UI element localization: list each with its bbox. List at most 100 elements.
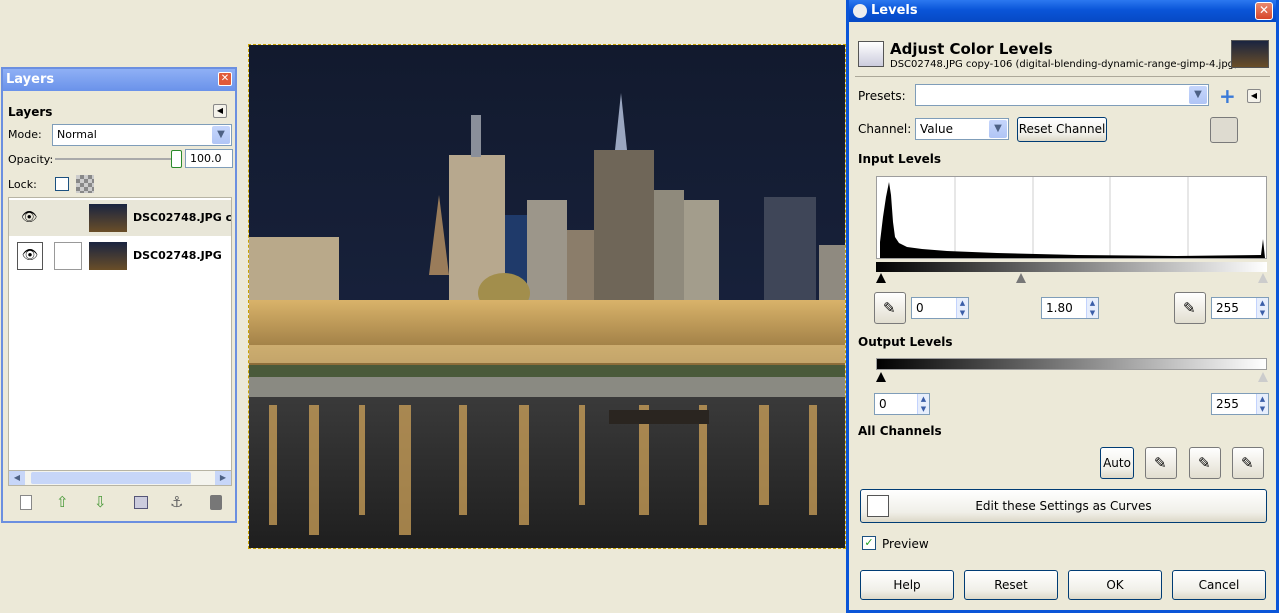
chevron-down-icon: ▼ <box>989 120 1007 138</box>
opacity-label: Opacity: <box>8 153 54 166</box>
layer-row[interactable]: 👁 DSC02748.JPG <box>9 238 231 274</box>
layer-name: DSC02748.JPG <box>133 249 222 262</box>
layers-title: Layers <box>6 72 55 87</box>
close-icon[interactable]: ✕ <box>218 72 232 86</box>
lock-label: Lock: <box>8 178 37 191</box>
spin-arrows-icon[interactable]: ▲ ▼ <box>1086 298 1098 318</box>
presets-label: Presets: <box>858 89 906 103</box>
spin-arrows-icon[interactable]: ▲ ▼ <box>1256 298 1268 318</box>
opacity-slider-handle[interactable] <box>171 150 182 168</box>
eyedropper-icon: ✎ <box>1198 454 1211 472</box>
layer-name: DSC02748.JPG copy <box>133 211 232 224</box>
reset-button[interactable]: Reset <box>964 570 1058 600</box>
output-high-handle[interactable] <box>1258 372 1268 382</box>
auto-button[interactable]: Auto <box>1100 447 1134 479</box>
log-histogram-icon[interactable] <box>1242 120 1262 140</box>
layers-window: Layers ✕ Layers ◀ Mode: Normal ▼ Opacity… <box>1 67 237 523</box>
lock-pixels-checkbox[interactable] <box>55 177 69 191</box>
reset-label: Reset <box>994 578 1028 592</box>
levels-tool-icon <box>858 41 884 67</box>
input-high-handle[interactable] <box>1258 273 1268 283</box>
input-low-spin[interactable]: 0 ▲ ▼ <box>911 297 969 319</box>
dialog-subheading: DSC02748.JPG copy-106 (digital-blending-… <box>890 59 1238 70</box>
output-gradient <box>876 358 1267 370</box>
mode-select[interactable]: Normal ▼ <box>52 124 232 146</box>
layer-thumbnail <box>89 204 127 232</box>
scroll-left-icon[interactable]: ◀ <box>9 471 25 485</box>
spin-arrows-icon[interactable]: ▲ ▼ <box>1256 394 1268 414</box>
levels-title: Levels <box>871 3 918 18</box>
preview-label: Preview <box>882 537 929 551</box>
pick-gray-button[interactable]: ✎ <box>1189 447 1221 479</box>
curves-icon <box>867 495 889 517</box>
image-canvas[interactable] <box>248 44 846 549</box>
input-high-value: 255 <box>1216 301 1239 315</box>
input-low-handle[interactable] <box>876 273 886 283</box>
output-levels-label: Output Levels <box>858 335 953 349</box>
cancel-button[interactable]: Cancel <box>1172 570 1266 600</box>
duplicate-layer-icon[interactable] <box>134 496 148 509</box>
chevron-down-icon: ▼ <box>212 126 230 144</box>
lock-alpha-icon[interactable] <box>76 175 94 193</box>
lower-layer-icon[interactable]: ⇩ <box>94 493 107 511</box>
panel-menu-icon[interactable]: ◀ <box>213 104 227 118</box>
levels-dialog: Levels ✕ Adjust Color Levels DSC02748.JP… <box>846 0 1279 613</box>
layers-titlebar[interactable]: Layers ✕ <box>3 69 235 91</box>
linear-histogram-icon[interactable] <box>1210 117 1238 143</box>
eye-icon[interactable]: 👁 <box>21 210 38 225</box>
layers-scrollbar[interactable]: ◀ ▶ <box>8 470 232 486</box>
delete-layer-icon[interactable] <box>210 495 222 510</box>
eye-icon[interactable]: 👁 <box>17 242 43 270</box>
gimp-icon <box>853 4 867 18</box>
white-point-picker[interactable]: ✎ <box>1174 292 1206 324</box>
help-button[interactable]: Help <box>860 570 954 600</box>
layer-row[interactable]: 👁 DSC02748.JPG copy <box>9 200 232 236</box>
opacity-slider[interactable] <box>55 158 179 160</box>
close-icon[interactable]: ✕ <box>1255 2 1273 20</box>
spin-arrows-icon[interactable]: ▲ ▼ <box>917 394 929 414</box>
scroll-right-icon[interactable]: ▶ <box>215 471 231 485</box>
cancel-label: Cancel <box>1198 578 1240 592</box>
preset-menu-icon[interactable]: ◀ <box>1247 89 1261 103</box>
layers-header: Layers <box>8 105 53 119</box>
levels-titlebar[interactable]: Levels ✕ <box>849 0 1276 22</box>
channel-value: Value <box>920 122 953 136</box>
presets-select[interactable]: ▼ <box>915 84 1209 106</box>
raise-layer-icon[interactable]: ⇧ <box>56 493 69 511</box>
help-label: Help <box>893 578 921 592</box>
input-gamma-handle[interactable] <box>1016 273 1026 283</box>
spin-arrows-icon[interactable]: ▲ ▼ <box>956 298 968 318</box>
city-night-photo <box>249 45 845 548</box>
input-gradient <box>876 262 1267 272</box>
opacity-spin[interactable]: 100.0 <box>185 149 233 168</box>
output-low-spin[interactable]: 0 ▲ ▼ <box>874 393 930 415</box>
pick-white-button[interactable]: ✎ <box>1232 447 1264 479</box>
eyedropper-icon: ✎ <box>1154 454 1167 472</box>
output-low-value: 0 <box>879 397 887 411</box>
channel-select[interactable]: Value ▼ <box>915 118 1009 140</box>
output-high-spin[interactable]: 255 ▲ ▼ <box>1211 393 1269 415</box>
output-low-handle[interactable] <box>876 372 886 382</box>
add-preset-icon[interactable]: + <box>1219 84 1236 108</box>
input-low-value: 0 <box>916 301 924 315</box>
new-layer-icon[interactable] <box>20 495 32 510</box>
curves-label: Edit these Settings as Curves <box>975 499 1152 513</box>
eyedropper-icon: ✎ <box>1183 299 1196 317</box>
mode-label: Mode: <box>8 128 42 141</box>
scroll-thumb[interactable] <box>31 472 191 484</box>
edit-as-curves-button[interactable]: Edit these Settings as Curves <box>860 489 1267 523</box>
anchor-layer-icon[interactable]: ⚓ <box>170 493 183 511</box>
chevron-down-icon: ▼ <box>1189 86 1207 104</box>
black-point-picker[interactable]: ✎ <box>874 292 906 324</box>
input-high-spin[interactable]: 255 ▲ ▼ <box>1211 297 1269 319</box>
reset-channel-button[interactable]: Reset Channel <box>1017 117 1107 142</box>
auto-label: Auto <box>1103 456 1131 470</box>
ok-button[interactable]: OK <box>1068 570 1162 600</box>
pick-black-button[interactable]: ✎ <box>1145 447 1177 479</box>
preview-checkbox[interactable]: ✓ <box>862 536 876 550</box>
dialog-heading: Adjust Color Levels <box>890 40 1053 58</box>
input-gamma-spin[interactable]: 1.80 ▲ ▼ <box>1041 297 1099 319</box>
eyedropper-icon: ✎ <box>1241 454 1254 472</box>
image-thumbnail <box>1231 40 1269 68</box>
layers-footer: ⇧ ⇩ ⚓ <box>8 493 232 515</box>
